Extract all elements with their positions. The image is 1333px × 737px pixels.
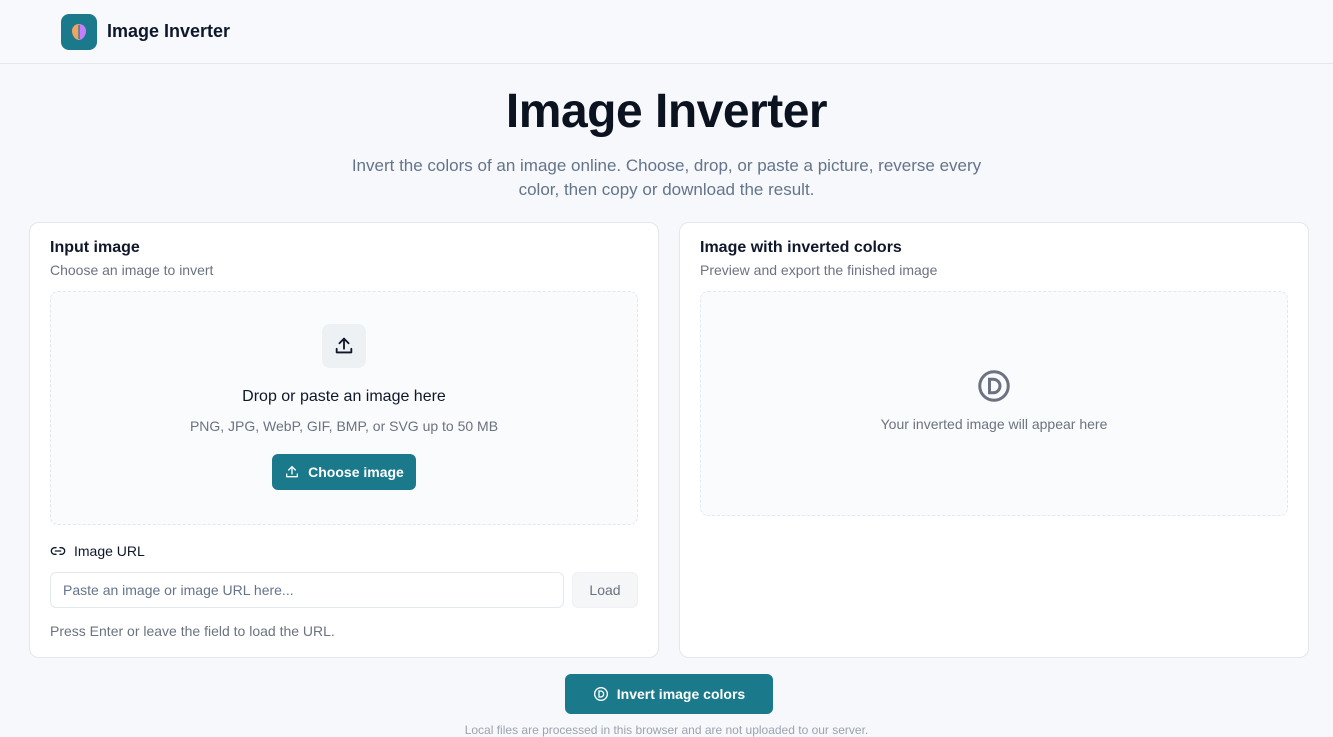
invert-colors-button[interactable]: Invert image colors [565, 674, 773, 714]
url-hint: Press Enter or leave the field to load t… [50, 623, 335, 639]
load-button[interactable]: Load [572, 572, 638, 608]
input-card-subtitle: Choose an image to invert [50, 262, 214, 278]
drop-zone[interactable]: Drop or paste an image here PNG, JPG, We… [50, 291, 638, 525]
page-title: Image Inverter [505, 85, 828, 138]
invert-colors-label: Invert image colors [616, 686, 746, 702]
upload-small-icon [286, 466, 299, 478]
upload-icon [322, 324, 366, 368]
choose-image-button[interactable]: Choose image [272, 454, 416, 490]
hero: Image Inverter Invert the colors of an i… [0, 64, 1333, 202]
top-bar: Image Inverter [0, 0, 1333, 64]
url-row: Load [50, 572, 638, 608]
page-subtitle: Invert the colors of an image online. Ch… [351, 156, 982, 199]
output-card: Image with inverted colors Preview and e… [679, 222, 1309, 658]
invert-icon [593, 687, 608, 701]
brand-name[interactable]: Image Inverter [107, 21, 230, 42]
contrast-icon [978, 370, 1010, 402]
input-card-title: Input image [50, 239, 140, 256]
output-card-title: Image with inverted colors [700, 239, 902, 256]
cards-row: Input image Choose an image to invert Dr… [29, 222, 1309, 658]
drop-note: PNG, JPG, WebP, GIF, BMP, or SVG up to 5… [189, 418, 499, 434]
preview-placeholder: Your inverted image will appear here [880, 416, 1108, 432]
input-card: Input image Choose an image to invert Dr… [29, 222, 659, 658]
drop-title: Drop or paste an image here [242, 388, 446, 405]
image-url-input[interactable] [50, 572, 564, 608]
output-card-subtitle: Preview and export the finished image [700, 262, 938, 278]
brain-icon[interactable] [61, 13, 97, 50]
choose-image-label: Choose image [308, 464, 404, 480]
privacy-note: Local files are processed in this browse… [464, 723, 869, 737]
link-icon [50, 547, 66, 555]
image-url-text: Image URL [74, 543, 145, 559]
image-url-label: Image URL [50, 543, 638, 559]
preview-area: Your inverted image will appear here [700, 291, 1288, 516]
